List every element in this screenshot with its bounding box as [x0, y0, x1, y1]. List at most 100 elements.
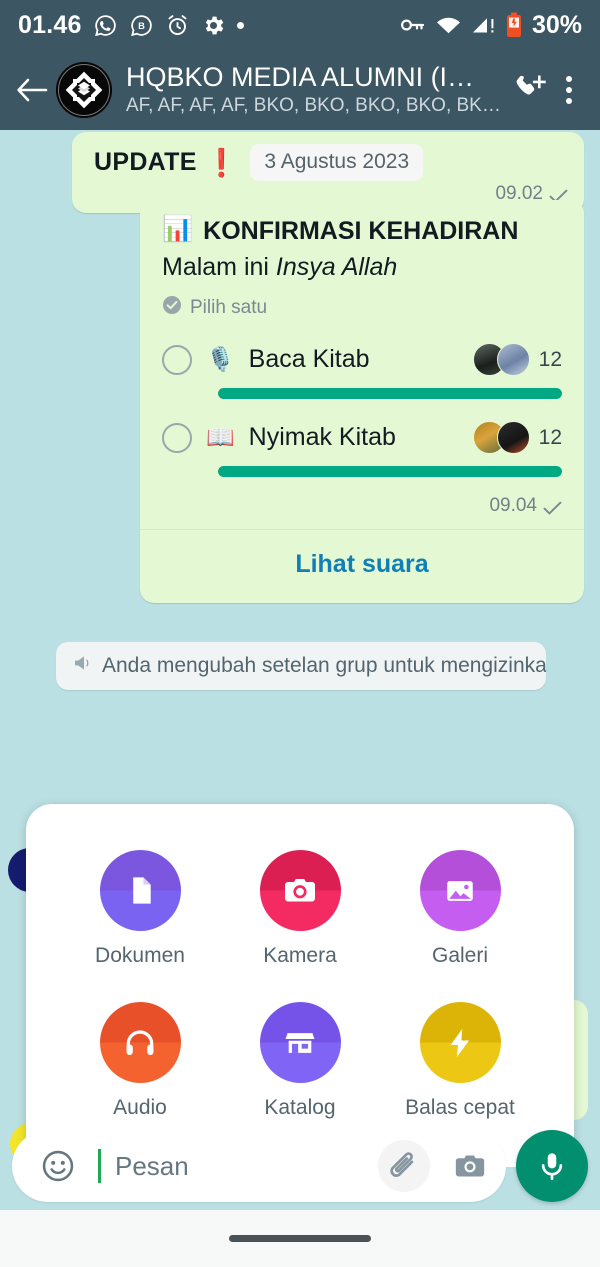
camera-icon[interactable]: [259, 850, 341, 931]
poll-radio-0[interactable]: [162, 344, 192, 375]
attachment-quick-reply[interactable]: Balas cepat: [380, 1002, 540, 1120]
poll-meta: 09.04: [140, 483, 584, 529]
document-icon[interactable]: [99, 850, 181, 931]
attachment-label: Katalog: [264, 1096, 336, 1119]
attachment-grid: Dokumen Kamera Galeri Audio Katalog Bala…: [60, 850, 540, 1167]
wifi-icon: [436, 15, 461, 35]
emoji-smiley-icon[interactable]: [32, 1140, 84, 1192]
view-votes-button[interactable]: Lihat suara: [140, 530, 584, 603]
open-book-emoji-icon: 📖: [206, 424, 235, 451]
single-check-icon: [549, 187, 568, 203]
microphone-emoji-icon: 🎙️: [206, 346, 235, 373]
phone-screen: 01.46 B 30% HQBKO MEDIA ALUMNI (I… AF, A…: [0, 0, 600, 1267]
gallery-icon[interactable]: [419, 850, 501, 931]
group-members-subtitle: AF, AF, AF, AF, BKO, BKO, BKO, BKO, BK…: [126, 94, 501, 116]
message-bubble-poll[interactable]: 📊 KONFIRMASI KEHADIRAN Malam ini Insya A…: [140, 200, 584, 604]
megaphone-icon: [72, 654, 92, 678]
chat-header-text[interactable]: HQBKO MEDIA ALUMNI (I… AF, AF, AF, AF, B…: [126, 62, 506, 119]
attachment-label: Galeri: [431, 944, 489, 967]
video-call-add-icon[interactable]: [506, 67, 552, 113]
business-whatsapp-icon: B: [129, 13, 154, 38]
poll-option-1[interactable]: 📖 Nyimak Kitab 12: [162, 421, 562, 478]
poll-subtitle: Malam ini Insya Allah: [162, 252, 562, 283]
poll-option-row: 🎙️ Baca Kitab 12: [162, 343, 562, 377]
overflow-menu-icon[interactable]: [552, 67, 586, 113]
attachment-panel: Dokumen Kamera Galeri Audio Katalog Bala…: [26, 804, 574, 1167]
status-clock: 01.46: [18, 10, 82, 39]
home-gesture-pill[interactable]: [229, 1235, 371, 1242]
headphones-icon[interactable]: [99, 1002, 181, 1083]
storefront-icon[interactable]: [259, 1002, 341, 1083]
message-input-pill[interactable]: Pesan: [12, 1130, 506, 1202]
attachment-catalog[interactable]: Katalog: [220, 1002, 380, 1120]
check-circle-icon: [162, 295, 182, 321]
single-check-icon: [543, 499, 562, 515]
svg-text:B: B: [138, 21, 145, 31]
poll-subtitle-italic: Insya Allah: [275, 253, 398, 281]
poll-body: 📊 KONFIRMASI KEHADIRAN Malam ini Insya A…: [140, 200, 584, 483]
signal-icon: [471, 15, 496, 35]
poll-select-hint: Pilih satu: [162, 295, 562, 321]
system-notice: Anda mengubah setelan grup untuk mengizi…: [56, 642, 546, 690]
poll-radio-1[interactable]: [162, 422, 192, 453]
chat-message-area: UPDATE ❗ 3 Agustus 2023 09.02 📊 KONFIRMA…: [0, 130, 600, 1167]
group-title: HQBKO MEDIA ALUMNI (I…: [126, 61, 475, 92]
poll-option-row: 📖 Nyimak Kitab 12: [162, 421, 562, 455]
update-heading-row: UPDATE ❗ 3 Agustus 2023: [94, 144, 568, 181]
battery-percent: 30%: [531, 10, 582, 39]
attachment-label: Dokumen: [95, 944, 185, 967]
poll-subtitle-plain: Malam ini: [162, 253, 276, 281]
update-text: UPDATE: [94, 148, 197, 176]
voter-avatar: [496, 421, 530, 455]
message-input-bar: Pesan: [0, 1122, 600, 1210]
attachment-document[interactable]: Dokumen: [60, 850, 220, 968]
attachment-label: Balas cepat: [405, 1096, 515, 1119]
poll-title: KONFIRMASI KEHADIRAN: [203, 217, 519, 245]
android-navigation-bar: [0, 1210, 600, 1267]
status-bar-right: 30%: [400, 11, 582, 40]
voter-avatar: [496, 343, 530, 377]
attachment-label: Kamera: [263, 944, 337, 967]
poll-bar-track-0: [218, 388, 562, 400]
group-avatar[interactable]: [56, 62, 112, 118]
poll-vote-count-0: 12: [538, 347, 562, 371]
message-meta-poll: 09.04: [162, 495, 562, 517]
bar-chart-emoji-icon: 📊: [162, 215, 194, 243]
poll-bar-fill-0: [218, 388, 562, 400]
exclamation-icon: ❗: [204, 147, 239, 178]
system-notice-text: Anda mengubah setelan grup untuk mengizi…: [102, 654, 546, 677]
attachment-label: Audio: [113, 1096, 167, 1119]
poll-vote-count-1: 12: [538, 425, 562, 449]
gear-icon: [201, 13, 226, 38]
poll-title-row: 📊 KONFIRMASI KEHADIRAN: [162, 215, 562, 246]
poll-bar-fill-1: [218, 466, 562, 478]
battery-icon: [506, 12, 522, 38]
poll-voters-1[interactable]: 12: [472, 421, 562, 455]
message-time: 09.04: [489, 495, 537, 517]
poll-option-0[interactable]: 🎙️ Baca Kitab 12: [162, 343, 562, 400]
alarm-icon: [165, 13, 190, 38]
status-bar-left: 01.46 B: [18, 11, 244, 40]
poll-option-label-0: Baca Kitab: [248, 345, 370, 374]
poll-voters-0[interactable]: 12: [472, 343, 562, 377]
message-input-placeholder[interactable]: Pesan: [115, 1151, 364, 1182]
back-button[interactable]: [10, 68, 54, 112]
paperclip-icon[interactable]: [378, 1140, 430, 1192]
attachment-camera[interactable]: Kamera: [220, 850, 380, 968]
poll-option-label-1: Nyimak Kitab: [248, 423, 396, 452]
attachment-gallery[interactable]: Galeri: [380, 850, 540, 968]
date-chip: 3 Agustus 2023: [250, 144, 424, 181]
bolt-icon[interactable]: [419, 1002, 501, 1083]
camera-icon[interactable]: [444, 1140, 496, 1192]
status-bar: 01.46 B 30%: [0, 0, 600, 50]
attachment-audio[interactable]: Audio: [60, 1002, 220, 1120]
voice-record-button[interactable]: [516, 1130, 588, 1202]
text-cursor: [98, 1149, 101, 1183]
chat-app-bar: HQBKO MEDIA ALUMNI (I… AF, AF, AF, AF, B…: [0, 50, 600, 130]
whatsapp-icon: [93, 13, 118, 38]
poll-select-label: Pilih satu: [190, 297, 268, 319]
dot-icon: [236, 21, 244, 29]
vpn-key-icon: [400, 15, 426, 35]
poll-bar-track-1: [218, 466, 562, 478]
voter-avatar-stack: [472, 421, 530, 455]
